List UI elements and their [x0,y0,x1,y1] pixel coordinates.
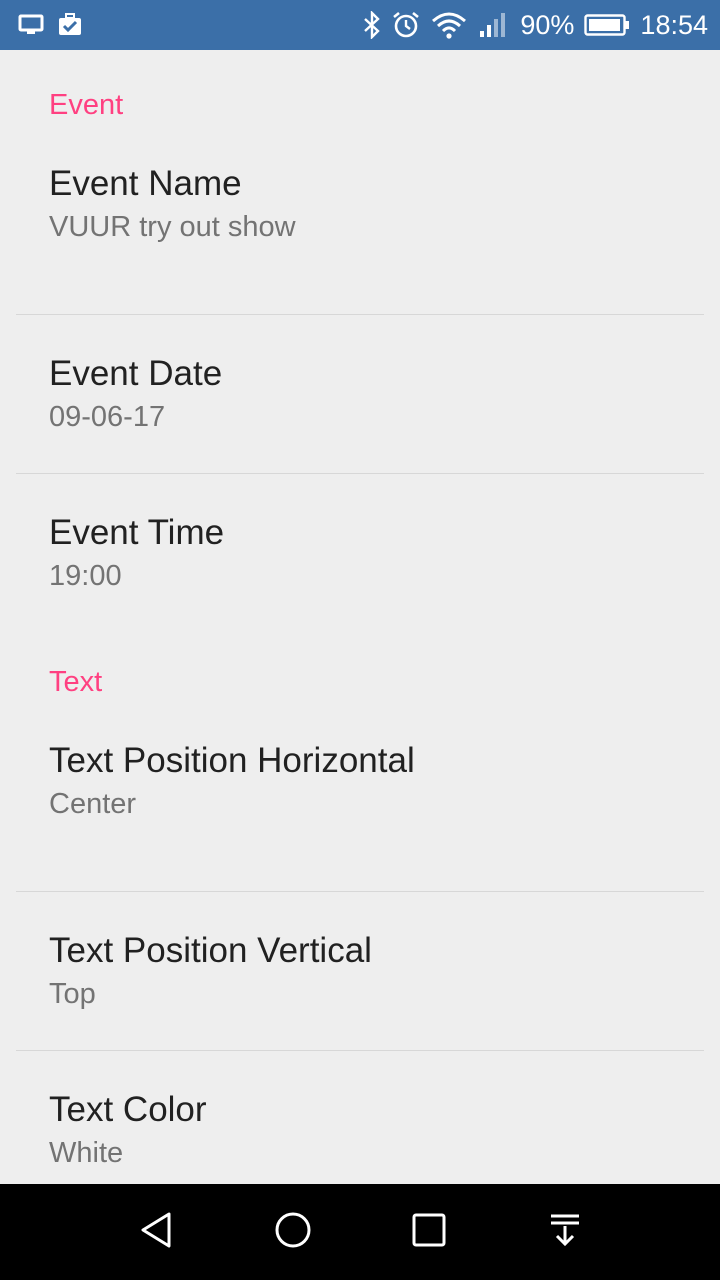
notification-pull-button[interactable] [541,1208,589,1256]
pref-text-color[interactable]: Text Color White [0,1051,720,1184]
pref-title: Text Color [49,1090,207,1129]
battery-icon [584,13,630,37]
back-icon [137,1210,177,1255]
back-button[interactable] [133,1208,181,1256]
pref-summary: Center [49,788,137,820]
recents-button[interactable] [405,1208,453,1256]
pref-event-name[interactable]: Event Name VUUR try out show [0,120,720,314]
pref-event-date[interactable]: Event Date 09-06-17 [0,315,720,473]
battery-percent: 90% [520,9,575,40]
status-right-icons: 90% 18:54 [362,10,708,41]
pref-title: Event Date [49,354,223,393]
status-bar: 90% 18:54 [0,0,720,50]
screen-icon [18,14,44,36]
pref-title: Text Position Horizontal [49,741,415,780]
section-header-text: Text [49,666,103,698]
pref-event-time[interactable]: Event Time 19:00 [0,474,720,632]
clock: 18:54 [640,9,708,40]
briefcase-check-icon [58,13,82,37]
pref-summary: White [49,1137,124,1169]
pref-title: Event Time [49,513,225,552]
signal-icon [478,11,510,39]
pref-summary: VUUR try out show [49,211,296,243]
navigation-bar [0,1184,720,1280]
settings-list: Event Event Name VUUR try out show Event… [0,50,720,1184]
pref-title: Text Position Vertical [49,931,372,970]
wifi-icon [430,11,468,39]
pref-title: Event Name [49,164,242,203]
status-left-icons [18,13,82,37]
section-header-event: Event [49,89,124,121]
recents-icon [411,1212,447,1253]
pref-text-position-horizontal[interactable]: Text Position Horizontal Center [0,697,720,891]
pref-summary: 19:00 [49,560,122,592]
home-button[interactable] [269,1208,317,1256]
home-icon [273,1210,313,1255]
notification-pull-icon [547,1212,583,1253]
pref-summary: Top [49,978,96,1010]
alarm-icon [392,11,420,39]
pref-text-position-vertical[interactable]: Text Position Vertical Top [0,892,720,1050]
pref-summary: 09-06-17 [49,401,166,433]
bluetooth-icon [362,11,382,39]
